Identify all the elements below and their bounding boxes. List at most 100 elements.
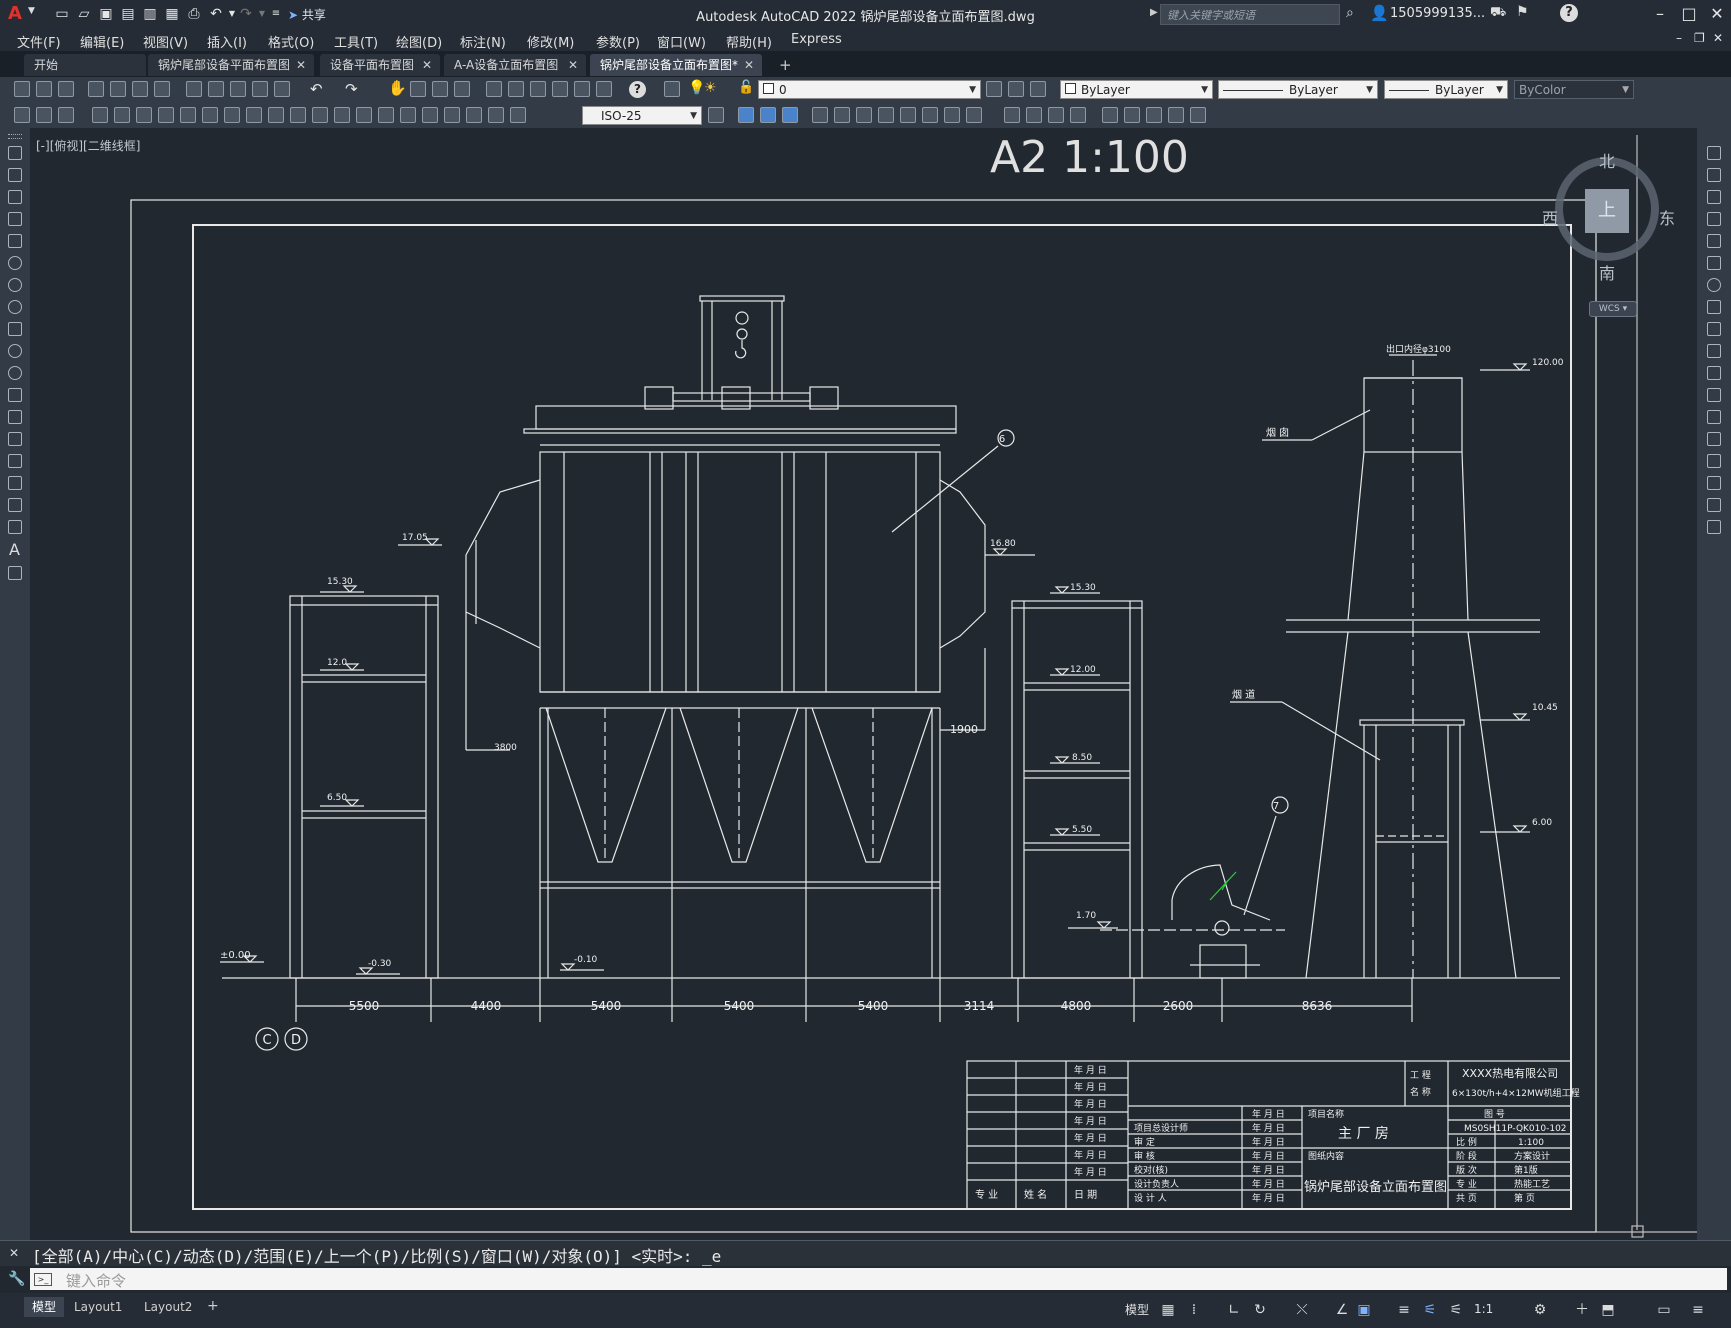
command-input[interactable]: [30, 1268, 1727, 1290]
compass-west[interactable]: 西: [1542, 205, 1558, 229]
leader-lines: [465, 409, 1381, 916]
elevation-label: 6.00: [1532, 818, 1552, 828]
prop-value: 第 页: [1514, 1192, 1535, 1204]
model-space-button[interactable]: 模型: [1125, 1301, 1149, 1318]
footer-label: 姓 名: [1024, 1188, 1047, 1201]
drawing-number: MS0SH11P-QK010-102: [1464, 1124, 1567, 1134]
object-snap-tracking-icon[interactable]: ⤬: [1294, 1302, 1310, 1318]
role-label: 项目总设计师: [1134, 1122, 1188, 1134]
dimension-label: 5400: [858, 999, 889, 1013]
elevation-label: 15.30: [327, 577, 353, 587]
elevation-label: -0.10: [574, 955, 598, 965]
project-name-label: 项目名称: [1308, 1108, 1344, 1120]
dimension-label: 1900: [950, 723, 978, 736]
compass-north[interactable]: 北: [1599, 148, 1615, 172]
command-prompt-icon[interactable]: >_: [34, 1273, 52, 1286]
drawing-content-label: 图纸内容: [1308, 1150, 1344, 1162]
date-cell: 年 月 日: [1074, 1064, 1107, 1076]
date-cell: 年 月 日: [1074, 1098, 1107, 1110]
chimney-width-label: 出口内径φ3100: [1386, 343, 1451, 355]
command-close-icon[interactable]: ✕: [9, 1246, 19, 1260]
drawing-number-label: 图 号: [1484, 1109, 1505, 1120]
isolate-objects-icon[interactable]: ⬒: [1600, 1302, 1616, 1318]
role-label: 审 定: [1134, 1136, 1155, 1148]
prop-value: 方案设计: [1514, 1150, 1550, 1162]
project-name: 主 厂 房: [1338, 1126, 1389, 1142]
prop-value: 第1版: [1514, 1164, 1538, 1176]
drawing-area: A2 1:100 出口内径φ3100 烟 囱 烟 道 6 7 120.00 17…: [130, 132, 1697, 1238]
clean-screen-icon[interactable]: ▭: [1656, 1302, 1672, 1318]
annotation-scale[interactable]: 1:1: [1474, 1302, 1493, 1316]
axis-label: D: [291, 1033, 301, 1048]
elevation-label: 120.00: [1532, 358, 1564, 368]
annotation-monitor-icon[interactable]: ＋: [1574, 1302, 1590, 1318]
command-placeholder: 键入命令: [66, 1272, 127, 1290]
dimension-label: 8636: [1302, 999, 1333, 1013]
command-history-text: [全部(A)/中心(C)/动态(D)/范围(E)/上一个(P)/比例(S)/窗口…: [32, 1247, 722, 1266]
compass-south[interactable]: 南: [1599, 260, 1615, 284]
chimney: [1286, 354, 1540, 979]
add-layout-icon[interactable]: +: [207, 1298, 219, 1314]
dimension-label: 5400: [591, 999, 622, 1013]
tab-model[interactable]: 模型: [24, 1297, 65, 1317]
tab-layout2[interactable]: Layout2: [136, 1297, 200, 1317]
dimension-label: 2600: [1163, 999, 1194, 1013]
dimension-label: 3800: [494, 743, 517, 753]
callout-7: 7: [1273, 801, 1279, 812]
object-snap-icon[interactable]: ▣: [1356, 1302, 1372, 1318]
role-label: 设计负责人: [1134, 1178, 1179, 1190]
date-cell: 年 月 日: [1252, 1150, 1285, 1162]
drawing-name: 锅炉尾部设备立面布置图: [1304, 1179, 1447, 1195]
dimension-label: 5500: [349, 999, 380, 1013]
date-cell: 年 月 日: [1074, 1132, 1107, 1144]
elevation-label: 10.45: [1532, 703, 1558, 713]
viewcube-face-top[interactable]: 上: [1585, 189, 1629, 233]
elevation-label: -0.30: [368, 959, 392, 969]
company-name: XXXX热电有限公司: [1462, 1066, 1558, 1080]
prop-label: 专 业: [1456, 1178, 1477, 1190]
compass-east[interactable]: 东: [1659, 205, 1675, 229]
dimension-label: 5400: [724, 999, 755, 1013]
prop-label: 版 次: [1456, 1164, 1477, 1176]
workspace-gear-icon[interactable]: ⚙: [1532, 1302, 1548, 1318]
date-cell: 年 月 日: [1252, 1108, 1285, 1120]
footer-label: 专 业: [975, 1188, 998, 1201]
flue-label: 烟 道: [1232, 688, 1255, 701]
role-label: 设 计 人: [1134, 1192, 1167, 1204]
elevation-label: 1.70: [1076, 911, 1096, 921]
sheet-border-outer: [130, 199, 1597, 1233]
isometric-icon[interactable]: ∠: [1334, 1302, 1350, 1318]
elevation-label: 12.0: [327, 658, 347, 668]
wcs-menu[interactable]: WCS ▾: [1589, 301, 1637, 317]
induced-draft-fan: [1100, 864, 1285, 979]
snap-icon[interactable]: ⁞: [1186, 1302, 1202, 1318]
customize-icon[interactable]: 🔧: [8, 1271, 25, 1287]
polar-tracking-icon[interactable]: ↻: [1252, 1302, 1268, 1318]
name-label: 名 称: [1410, 1086, 1431, 1098]
infer-constraints-icon[interactable]: ∟: [1226, 1302, 1242, 1318]
viewcube[interactable]: 上 北 南 东 西 WCS ▾: [1542, 145, 1675, 325]
prop-label: 比 例: [1456, 1136, 1477, 1148]
left-platform: [289, 595, 439, 979]
chimney-label: 烟 囱: [1266, 426, 1289, 439]
lineweight-icon[interactable]: ≡: [1396, 1302, 1412, 1318]
customization-icon[interactable]: ≡: [1690, 1302, 1706, 1318]
elevation-label: 12.00: [1070, 665, 1096, 675]
dimension-label: 4400: [471, 999, 502, 1013]
role-label: 校对(核): [1134, 1164, 1168, 1176]
sheet-title: A2 1:100: [990, 132, 1189, 183]
date-cell: 年 月 日: [1074, 1081, 1107, 1093]
elevation-label: ±0.00: [220, 950, 251, 961]
bag-filter: [465, 295, 986, 978]
footer-label: 日 期: [1074, 1189, 1097, 1201]
dimension-label: 4800: [1061, 999, 1092, 1013]
auto-scale-icon[interactable]: ⚟: [1448, 1302, 1464, 1318]
date-cell: 年 月 日: [1252, 1178, 1285, 1190]
axis-label: C: [262, 1033, 271, 1048]
tab-layout1[interactable]: Layout1: [66, 1297, 130, 1317]
dimension-label: 3114: [964, 999, 995, 1013]
elevation-label: 8.50: [1072, 753, 1092, 763]
grid-icon[interactable]: ▦: [1160, 1302, 1176, 1318]
date-cell: 年 月 日: [1252, 1122, 1285, 1134]
annotation-visibility-icon[interactable]: ⚟: [1422, 1302, 1438, 1318]
